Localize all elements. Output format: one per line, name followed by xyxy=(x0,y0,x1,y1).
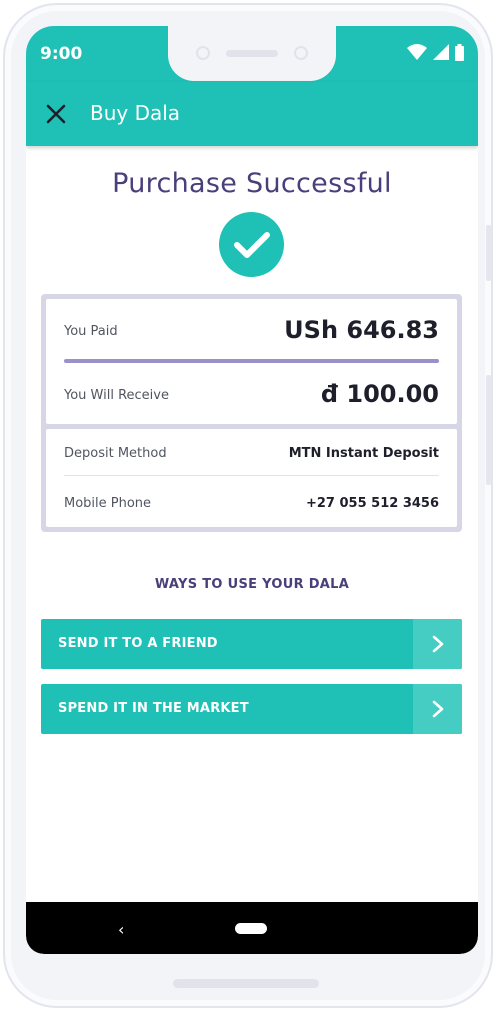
send-to-friend-label: SEND IT TO A FRIEND xyxy=(58,636,218,651)
mobile-phone-label: Mobile Phone xyxy=(64,496,152,511)
checkmark-icon xyxy=(233,231,270,258)
send-to-friend-button[interactable]: SEND IT TO A FRIEND xyxy=(41,619,462,669)
phone-chin-speaker xyxy=(173,979,319,988)
chevron-right-icon xyxy=(432,635,443,653)
front-camera xyxy=(196,46,210,60)
chevron-right-icon xyxy=(432,700,443,718)
paid-label: You Paid xyxy=(64,324,118,339)
phone-frame: 9:00 Buy Dala Purchase Successful You Pa… xyxy=(3,3,493,1008)
volume-button xyxy=(486,225,491,281)
receive-amount: đ 100.00 xyxy=(320,380,439,408)
spend-in-market-button[interactable]: SPEND IT IN THE MARKET xyxy=(41,684,462,734)
send-chevron-box xyxy=(413,619,462,669)
signal-icon xyxy=(433,44,449,60)
home-nav-pill[interactable] xyxy=(235,923,267,934)
status-time: 9:00 xyxy=(40,44,83,64)
wifi-icon xyxy=(407,44,427,60)
amount-card: You Paid USh 646.83 You Will Receive đ 1… xyxy=(46,299,457,424)
earpiece-speaker xyxy=(226,50,278,57)
details-card: Deposit Method MTN Instant Deposit Mobil… xyxy=(46,429,457,527)
battery-icon xyxy=(455,43,464,61)
spend-in-market-label: SPEND IT IN THE MARKET xyxy=(58,701,249,716)
front-sensor xyxy=(294,46,308,60)
ways-heading: WAYS TO USE YOUR DALA xyxy=(154,577,350,592)
deposit-method-value: MTN Instant Deposit xyxy=(288,446,439,461)
amount-divider xyxy=(64,359,439,363)
power-button xyxy=(486,375,491,485)
app-bar: Buy Dala xyxy=(26,82,478,146)
system-nav-bar: ‹ xyxy=(26,902,478,954)
paid-amount: USh 646.83 xyxy=(284,316,439,344)
details-divider xyxy=(64,475,439,476)
purchase-summary: You Paid USh 646.83 You Will Receive đ 1… xyxy=(41,294,462,532)
mobile-phone-value: +27 055 512 3456 xyxy=(305,496,439,511)
receive-label: You Will Receive xyxy=(64,388,169,403)
back-nav-icon[interactable]: ‹ xyxy=(118,920,124,939)
spend-chevron-box xyxy=(413,684,462,734)
status-icons xyxy=(407,43,464,61)
camera-notch xyxy=(168,26,336,81)
success-badge xyxy=(219,212,284,277)
page-title: Buy Dala xyxy=(90,101,181,125)
success-title: Purchase Successful xyxy=(112,168,392,199)
close-icon xyxy=(46,104,66,124)
close-button[interactable] xyxy=(38,96,74,132)
screen: 9:00 Buy Dala Purchase Successful You Pa… xyxy=(26,26,478,954)
deposit-method-label: Deposit Method xyxy=(64,446,167,461)
